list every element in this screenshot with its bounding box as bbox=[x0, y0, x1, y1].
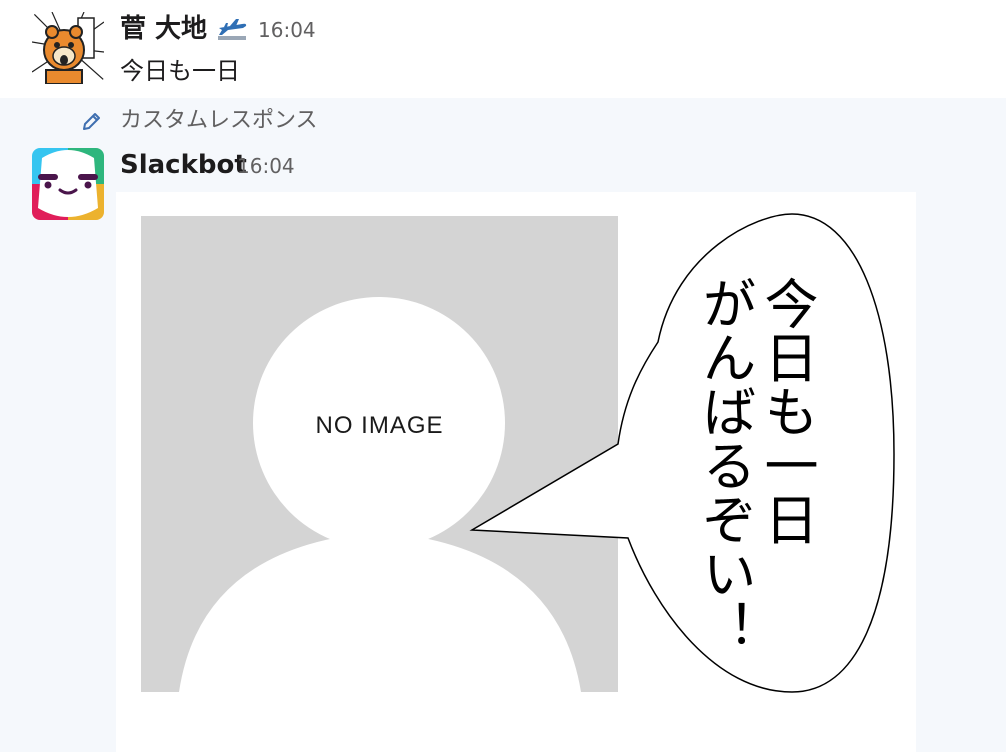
bubble-line-1: 今日も一日 bbox=[755, 276, 818, 546]
custom-response-label: カスタムレスポンス bbox=[120, 108, 318, 133]
message-timestamp[interactable]: 16:04 bbox=[258, 15, 316, 45]
slackbot-avatar[interactable] bbox=[32, 148, 104, 220]
pencil-icon bbox=[83, 113, 100, 130]
message-text: 今日も一日 bbox=[120, 57, 240, 85]
slackbot-avatar-image bbox=[32, 148, 104, 220]
attached-image[interactable]: NO IMAGE 今日も一日 がんばるぞい！ bbox=[116, 192, 916, 752]
bubble-line-2: がんばるぞい！ bbox=[693, 276, 756, 654]
message-user: 菅 大地 16:04 今日も一日 bbox=[0, 0, 1006, 98]
user-avatar-image bbox=[32, 12, 104, 84]
user-name[interactable]: 菅 大地 bbox=[120, 14, 207, 44]
slackbot-name[interactable]: Slackbot bbox=[120, 150, 247, 180]
airplane-icon bbox=[218, 19, 247, 40]
slackbot-timestamp[interactable]: 16:04 bbox=[237, 151, 295, 181]
user-avatar[interactable] bbox=[32, 12, 104, 84]
